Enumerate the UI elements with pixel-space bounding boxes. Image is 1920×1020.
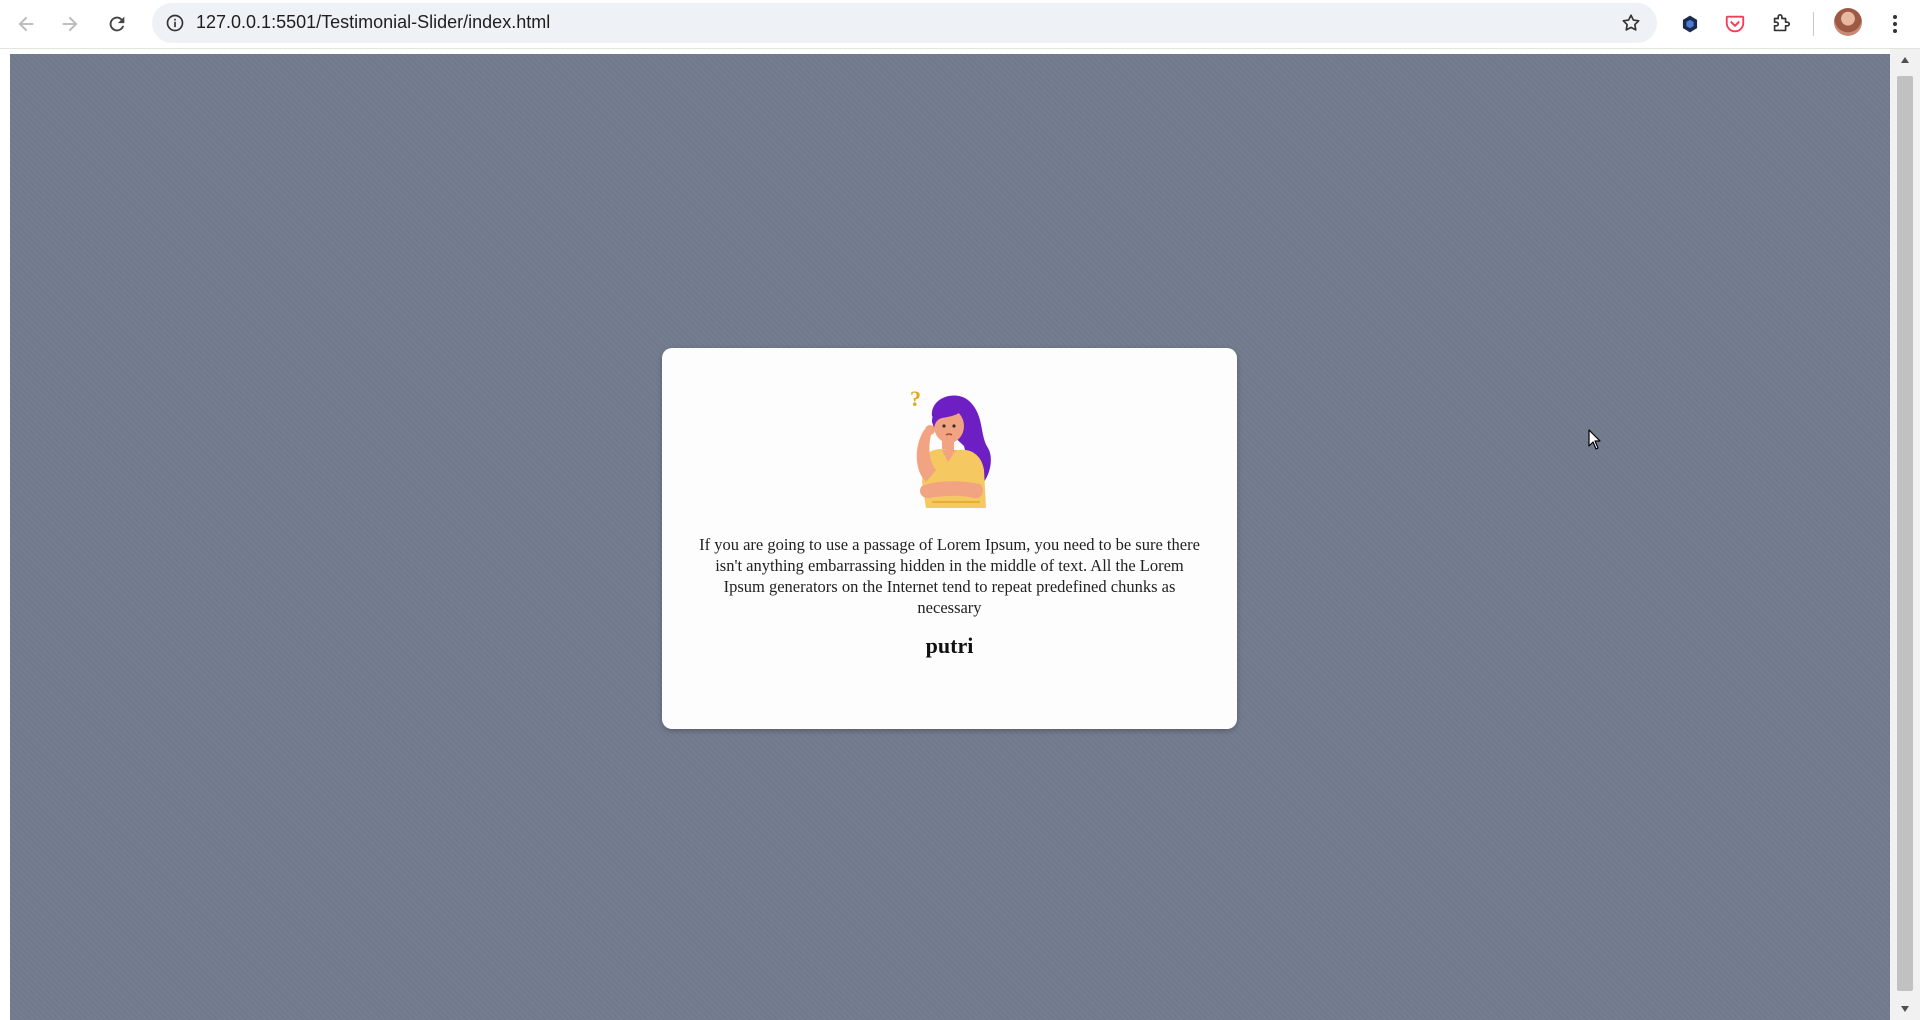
- toolbar-separator: [1813, 12, 1814, 36]
- address-bar[interactable]: 127.0.0.1:5501/Testimonial-Slider/index.…: [152, 3, 1657, 43]
- bookmark-star-icon[interactable]: [1617, 9, 1645, 37]
- question-mark-icon: ?: [910, 386, 921, 411]
- profile-avatar[interactable]: [1834, 8, 1862, 36]
- vertical-scrollbar[interactable]: [1890, 49, 1920, 1020]
- back-arrow-icon: [18, 16, 34, 32]
- scroll-down-arrow-icon[interactable]: [1890, 998, 1920, 1020]
- forward-arrow-icon: [62, 16, 78, 32]
- back-button[interactable]: [8, 6, 44, 42]
- scroll-up-arrow-icon[interactable]: [1890, 49, 1920, 71]
- info-icon[interactable]: [162, 10, 188, 36]
- hexagon-extension-icon[interactable]: [1672, 6, 1708, 42]
- viewport-left-gap: [0, 49, 10, 1020]
- scrollbar-thumb[interactable]: [1897, 76, 1913, 991]
- url-text[interactable]: 127.0.0.1:5501/Testimonial-Slider/index.…: [196, 12, 550, 33]
- thinking-woman-illustration: ?: [910, 386, 991, 508]
- puzzle-icon[interactable]: [1763, 6, 1799, 42]
- browser-toolbar: 127.0.0.1:5501/Testimonial-Slider/index.…: [0, 0, 1920, 49]
- testimonial-quote: If you are going to use a passage of Lor…: [699, 535, 1200, 617]
- reload-button[interactable]: [99, 6, 135, 42]
- kebab-menu-icon[interactable]: [1877, 6, 1913, 42]
- forward-button[interactable]: [52, 6, 88, 42]
- mouse-cursor-icon: [1588, 429, 1601, 450]
- reload-icon: [109, 16, 125, 32]
- testimonial-card: ? If you are going to use a passage of L…: [662, 348, 1237, 729]
- testimonial-author: putri: [925, 633, 974, 658]
- pocket-icon[interactable]: [1717, 6, 1753, 42]
